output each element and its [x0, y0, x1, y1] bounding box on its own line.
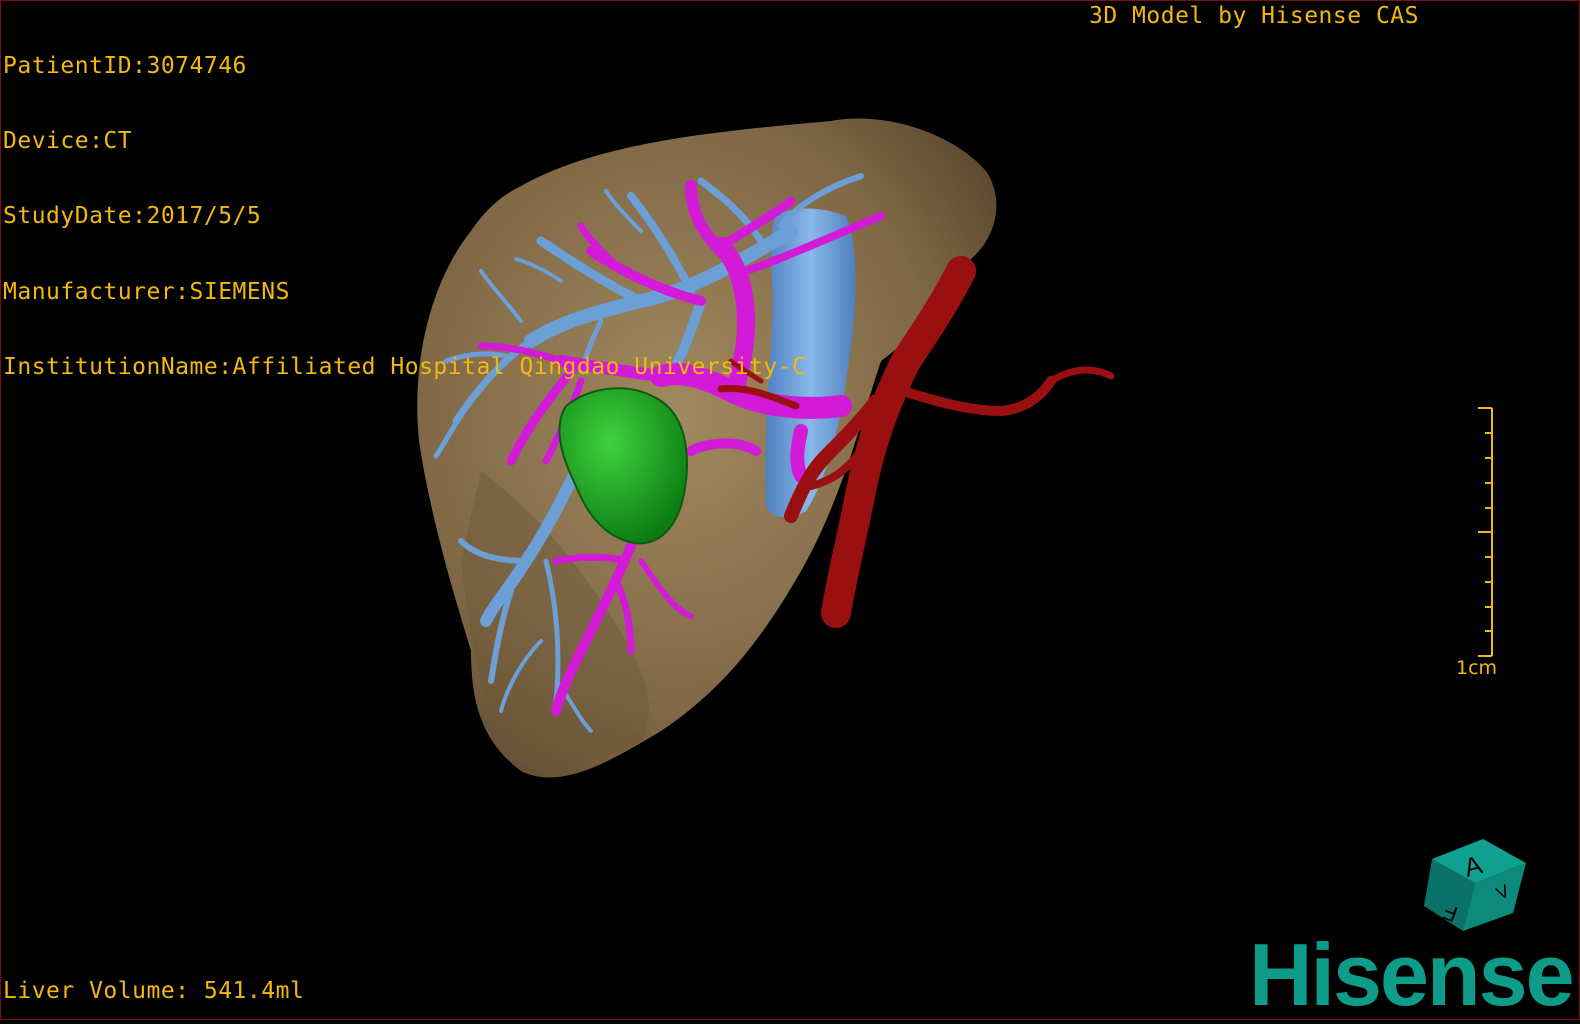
brand-title: 3D Model by Hisense CAS: [1089, 3, 1419, 29]
orientation-cube[interactable]: A F V: [1424, 839, 1526, 931]
liver-volume: Liver Volume: 541.4ml: [3, 978, 305, 1004]
device: Device:CT: [3, 128, 133, 155]
viewport-3d[interactable]: A F V PatientID:3074746 Device:CT StudyD…: [0, 0, 1580, 1020]
institution-name: InstitutionName:Affiliated Hospital Qing…: [3, 353, 807, 380]
patient-id: PatientID:3074746: [3, 53, 247, 79]
scale-bar: [1478, 407, 1493, 657]
scale-label: 1cm: [1456, 657, 1498, 679]
hisense-logo: Hisense: [1249, 925, 1575, 1024]
manufacturer: Manufacturer:SIEMENS: [3, 278, 290, 305]
dicom-info-panel: PatientID:3074746 Device:CT StudyDate:20…: [3, 4, 806, 430]
study-date: StudyDate:2017/5/5: [3, 203, 262, 230]
